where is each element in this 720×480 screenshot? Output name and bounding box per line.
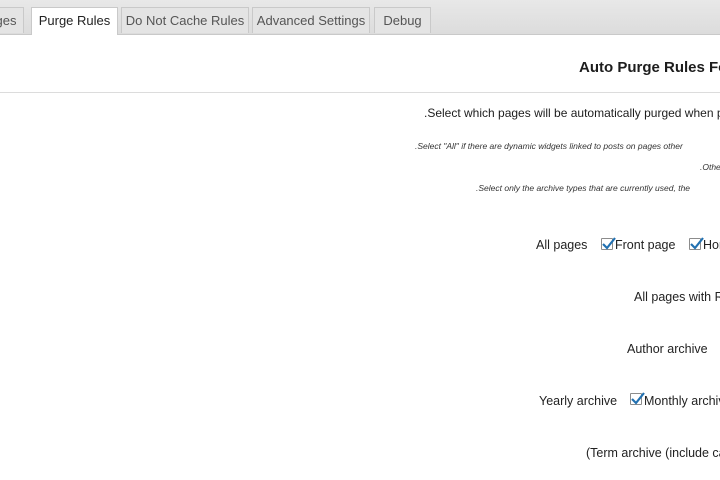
tab-bar: ges Purge Rules Do Not Cache Rules Advan…	[0, 0, 720, 35]
home-label[interactable]: Hor	[703, 238, 720, 252]
section-title: Auto Purge Rules Fo	[579, 59, 720, 76]
note-all: .Select "All" if there are dynamic widge…	[415, 141, 683, 151]
section-description: .Select which pages will be automaticall…	[424, 106, 720, 120]
checkmark-icon	[631, 392, 645, 405]
note-other: .Othe	[700, 162, 720, 172]
tab-advanced-settings[interactable]: Advanced Settings	[252, 7, 370, 33]
note-archive-types: .Select only the archive types that are …	[476, 183, 691, 193]
divider	[0, 92, 720, 93]
front-page-label[interactable]: Front page	[615, 238, 675, 252]
yearly-archive-label[interactable]: Yearly archive	[539, 394, 617, 408]
monthly-archive-label[interactable]: Monthly archiv	[644, 394, 720, 408]
front-page-checkbox[interactable]	[601, 237, 616, 250]
tab-debug[interactable]: Debug	[374, 7, 431, 33]
tab-purge-rules[interactable]: Purge Rules	[31, 7, 118, 35]
all-pages-label[interactable]: All pages	[536, 238, 587, 252]
home-checkbox[interactable]	[689, 237, 704, 250]
all-pages-with-r-label[interactable]: All pages with R	[634, 290, 720, 304]
term-archive-label[interactable]: (Term archive (include ca	[586, 446, 720, 460]
tab-do-not-cache-rules[interactable]: Do Not Cache Rules	[121, 7, 249, 33]
tab-pages[interactable]: ges	[0, 7, 24, 33]
author-archive-label[interactable]: Author archive	[627, 342, 708, 356]
checkmark-icon	[690, 237, 704, 250]
monthly-archive-checkbox[interactable]	[630, 392, 645, 405]
checkmark-icon	[602, 237, 616, 250]
